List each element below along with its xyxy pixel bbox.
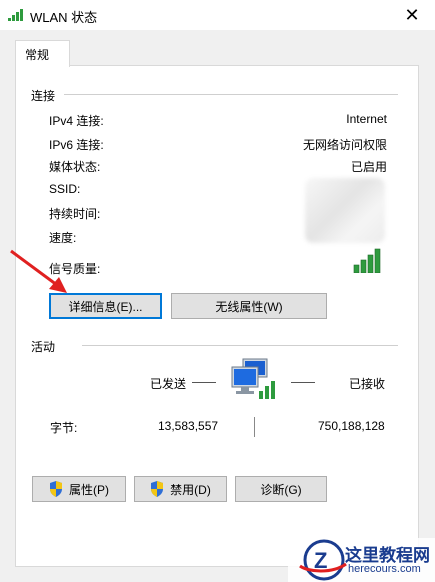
wireless-properties-label: 无线属性(W) xyxy=(215,299,283,314)
ipv4-value: Internet xyxy=(346,112,387,126)
bytes-label: 字节: xyxy=(50,421,78,435)
close-icon: ✕ xyxy=(404,4,420,25)
diagnose-button-label: 诊断(G) xyxy=(260,482,302,497)
details-button-label: 详细信息(E)... xyxy=(68,299,143,314)
wireless-properties-button[interactable]: 无线属性(W) xyxy=(171,293,327,319)
redacted-values xyxy=(305,178,385,243)
disable-button[interactable]: 禁用(D) xyxy=(134,476,227,502)
tab-general-label: 常规 xyxy=(25,48,50,62)
uac-shield-icon xyxy=(50,481,62,497)
sent-line xyxy=(192,382,216,383)
activity-section-label: 活动 xyxy=(31,340,56,354)
ipv4-label: IPv4 连接: xyxy=(49,114,104,128)
received-line xyxy=(291,382,315,383)
received-label: 已接收 xyxy=(349,377,386,391)
bytes-received-value: 750,188,128 xyxy=(318,419,385,433)
bytes-separator xyxy=(254,417,255,437)
properties-button-label: 属性(P) xyxy=(69,482,109,497)
bytes-sent-value: 13,583,557 xyxy=(158,419,219,433)
wifi-signal-icon xyxy=(8,9,23,21)
ssid-label: SSID: xyxy=(49,182,81,196)
diagnose-button[interactable]: 诊断(G) xyxy=(235,476,327,502)
sent-label: 已发送 xyxy=(150,377,187,391)
connection-section-label: 连接 xyxy=(31,89,56,103)
connection-divider xyxy=(64,94,398,95)
ipv6-label: IPv6 连接: xyxy=(49,138,104,152)
close-button[interactable]: ✕ xyxy=(389,0,435,30)
network-computers-icon xyxy=(231,358,275,399)
signal-bars-icon xyxy=(353,248,381,273)
disable-button-label: 禁用(D) xyxy=(170,482,211,497)
tab-general[interactable]: 常规 xyxy=(15,40,70,67)
uac-shield-icon xyxy=(151,481,164,497)
media-state-label: 媒体状态: xyxy=(49,160,101,174)
watermark-url: herecours.com xyxy=(348,563,421,575)
ipv6-value: 无网络访问权限 xyxy=(302,138,387,152)
title-bar: WLAN 状态 ✕ xyxy=(0,0,435,30)
window-title: WLAN 状态 xyxy=(30,10,98,25)
speed-label: 速度: xyxy=(49,231,77,245)
properties-button[interactable]: 属性(P) xyxy=(32,476,126,502)
svg-text:Z: Z xyxy=(314,548,327,573)
media-state-value: 已启用 xyxy=(350,160,387,174)
annotation-arrow-icon xyxy=(10,249,67,293)
activity-divider xyxy=(82,345,398,346)
duration-label: 持续时间: xyxy=(49,207,101,221)
